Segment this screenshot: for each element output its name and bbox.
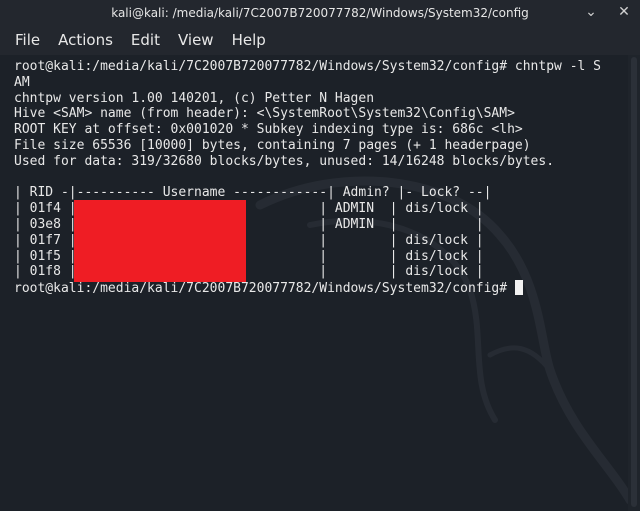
- menu-actions[interactable]: Actions: [43, 31, 113, 49]
- close-icon[interactable]: ✕: [616, 4, 632, 20]
- term-line: Used for data: 319/32680 blocks/bytes, u…: [14, 153, 555, 169]
- user-table-header: | RID -|---------- Username ------------…: [14, 185, 492, 201]
- menu-help[interactable]: Help: [217, 31, 266, 49]
- term-line: AM: [14, 74, 30, 90]
- term-line: File size 65536 [10000] bytes, containin…: [14, 137, 531, 153]
- text-cursor: [514, 280, 523, 296]
- terminal-area[interactable]: root@kali:/media/kali/7C2007B720077782/W…: [0, 55, 628, 511]
- redacted-usernames: [74, 200, 246, 282]
- term-line: root@kali:/media/kali/7C2007B720077782/W…: [14, 59, 601, 74]
- window-titlebar: kali@kali: /media/kali/7C2007B720077782/…: [0, 0, 640, 25]
- menu-bar: File Actions Edit View Help: [0, 25, 640, 55]
- window-title: kali@kali: /media/kali/7C2007B720077782/…: [111, 5, 529, 20]
- vertical-scrollbar[interactable]: [628, 55, 640, 511]
- term-line: chntpw version 1.00 140201, (c) Petter N…: [14, 90, 375, 106]
- shell-prompt: root@kali:/media/kali/7C2007B720077782/W…: [14, 281, 515, 297]
- menu-view[interactable]: View: [163, 31, 214, 49]
- menu-edit[interactable]: Edit: [116, 31, 160, 49]
- chevron-down-icon[interactable]: ⌄: [583, 4, 599, 20]
- term-line: ROOT KEY at offset: 0x001020 * Subkey in…: [14, 122, 523, 138]
- term-line: Hive <SAM> name (from header): <\SystemR…: [14, 106, 515, 122]
- menu-file[interactable]: File: [0, 31, 40, 49]
- scrollbar-thumb[interactable]: [631, 57, 637, 507]
